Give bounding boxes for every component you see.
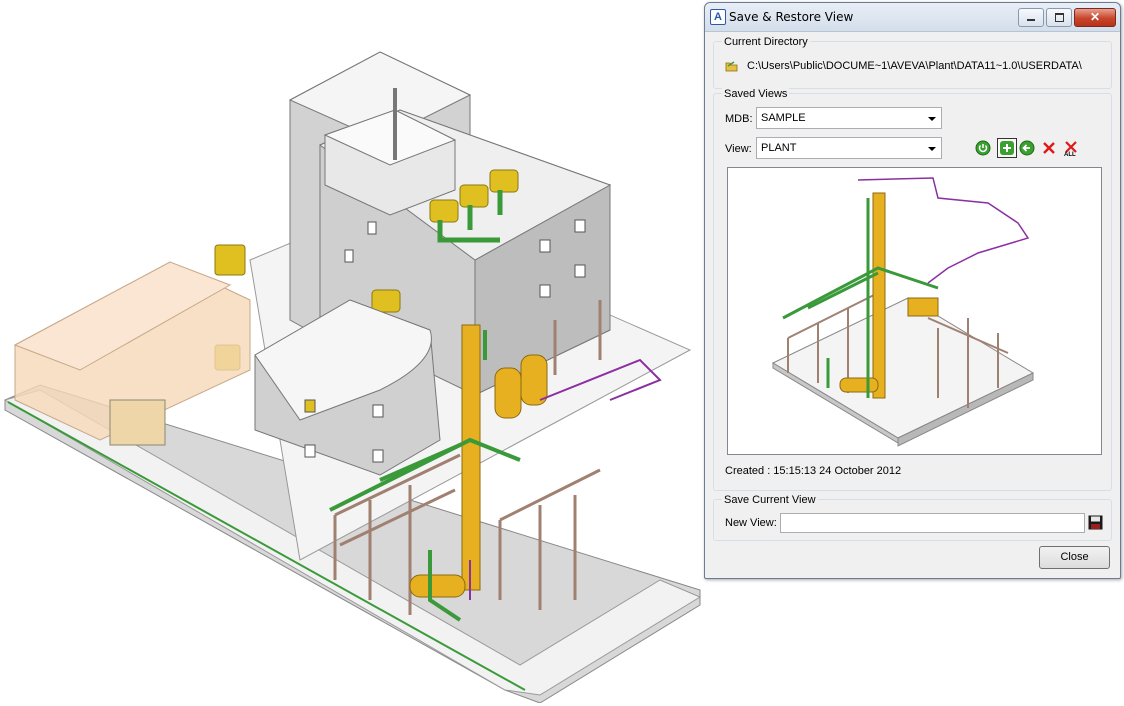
mdb-select-value: SAMPLE bbox=[761, 112, 806, 124]
view-preview-image bbox=[727, 167, 1102, 455]
svg-text:ALL: ALL bbox=[1064, 152, 1076, 156]
delete-all-icon[interactable]: ALL bbox=[1063, 140, 1079, 156]
view-select[interactable]: PLANT bbox=[756, 137, 942, 159]
chevron-down-icon bbox=[928, 117, 936, 121]
maximize-button[interactable] bbox=[1046, 8, 1072, 27]
saved-views-label: Saved Views bbox=[722, 88, 790, 100]
aveva-app-icon: A bbox=[710, 9, 726, 25]
title-bar[interactable]: A Save & Restore View ✕ bbox=[705, 3, 1120, 32]
minimize-button[interactable] bbox=[1018, 8, 1044, 27]
mdb-label: MDB: bbox=[725, 113, 753, 125]
close-button[interactable]: Close bbox=[1039, 546, 1110, 569]
current-directory-label: Current Directory bbox=[722, 36, 810, 48]
created-timestamp: Created : 15:15:13 24 October 2012 bbox=[725, 465, 902, 477]
3d-model-viewport[interactable] bbox=[0, 0, 703, 704]
preview-render bbox=[771, 177, 1035, 447]
current-directory-path: C:\Users\Public\DOCUME~1\AVEVA\Plant\DAT… bbox=[747, 60, 1082, 72]
view-select-value: PLANT bbox=[761, 142, 797, 154]
chevron-down-icon bbox=[928, 147, 936, 151]
restore-icon[interactable] bbox=[975, 140, 991, 156]
back-icon[interactable] bbox=[1019, 140, 1035, 156]
view-label: View: bbox=[725, 143, 752, 155]
delete-icon[interactable] bbox=[1041, 140, 1057, 156]
new-view-label: New View: bbox=[725, 517, 777, 529]
close-x-icon: ✕ bbox=[1089, 10, 1101, 24]
folder-icon bbox=[725, 61, 738, 72]
window-close-button[interactable]: ✕ bbox=[1074, 8, 1116, 27]
save-icon[interactable] bbox=[1088, 515, 1103, 530]
dialog-title: Save & Restore View bbox=[729, 10, 854, 24]
save-restore-view-dialog: A Save & Restore View ✕ Current Director… bbox=[704, 2, 1121, 579]
mdb-select[interactable]: SAMPLE bbox=[756, 107, 942, 129]
plant-model-render bbox=[3, 51, 702, 704]
add-icon[interactable] bbox=[997, 138, 1017, 158]
save-current-view-label: Save Current View bbox=[722, 494, 818, 506]
new-view-input[interactable] bbox=[780, 513, 1085, 533]
